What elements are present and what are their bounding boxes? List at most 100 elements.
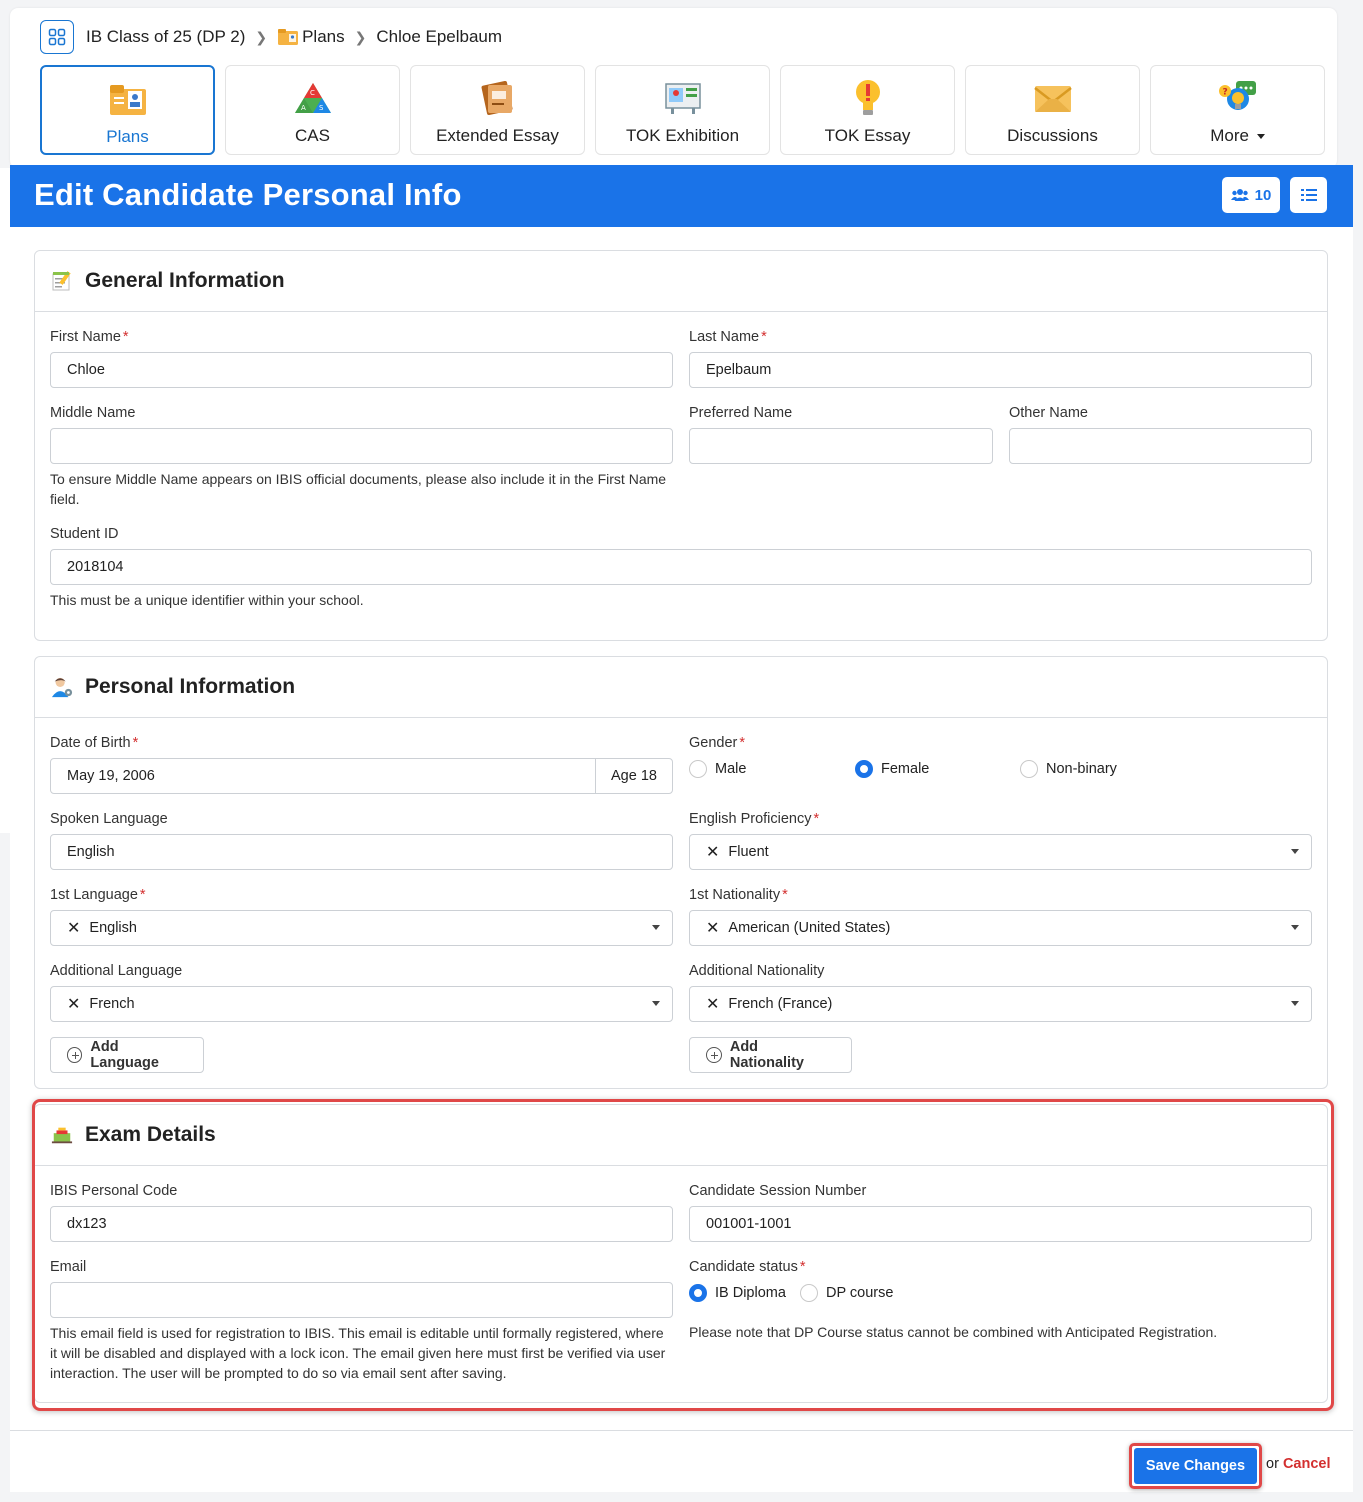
tab-discussions[interactable]: Discussions bbox=[965, 65, 1140, 155]
status-dp-course-radio[interactable]: DP course bbox=[800, 1284, 893, 1302]
select-value: English bbox=[89, 920, 137, 936]
candidate-status-label: Candidate status * bbox=[689, 1259, 806, 1275]
radio-label: Female bbox=[881, 761, 930, 777]
gender-female-radio[interactable]: Female bbox=[855, 760, 929, 778]
svg-text:A: A bbox=[301, 104, 306, 112]
plus-circle-icon bbox=[706, 1047, 722, 1063]
additional-nationality-label: Additional Nationality bbox=[689, 963, 825, 979]
student-id-help: This must be a unique identifier within … bbox=[50, 592, 364, 608]
clear-icon[interactable]: ✕ bbox=[706, 842, 719, 862]
last-name-label: Last Name * bbox=[689, 329, 767, 345]
email-input[interactable] bbox=[50, 1282, 673, 1318]
plans-folder-icon bbox=[109, 85, 146, 115]
members-count-button[interactable]: 10 bbox=[1222, 177, 1280, 213]
more-chat-icon: ? bbox=[1218, 81, 1256, 110]
module-tabs: Plans C A S CAS Extended Essay TOK Exhib… bbox=[40, 65, 1325, 155]
dob-input[interactable]: May 19, 2006 bbox=[50, 758, 596, 794]
chevron-right-icon: ❯ bbox=[354, 28, 367, 45]
tab-extended-essay[interactable]: Extended Essay bbox=[410, 65, 585, 155]
apps-grid-button[interactable] bbox=[40, 20, 74, 54]
footer-divider bbox=[10, 1430, 1353, 1431]
student-id-label: Student ID bbox=[50, 526, 119, 542]
email-label: Email bbox=[50, 1259, 87, 1275]
spoken-language-input[interactable]: English bbox=[50, 834, 673, 870]
first-name-input[interactable]: Chloe bbox=[50, 352, 673, 388]
status-ib-diploma-radio[interactable]: IB Diploma bbox=[689, 1284, 786, 1302]
ibis-code-input[interactable]: dx123 bbox=[50, 1206, 673, 1242]
tab-more[interactable]: ? More bbox=[1150, 65, 1325, 155]
clear-icon[interactable]: ✕ bbox=[706, 918, 719, 938]
dob-label: Date of Birth * bbox=[50, 735, 139, 751]
english-proficiency-select[interactable]: ✕ Fluent bbox=[689, 834, 1312, 870]
caret-down-icon bbox=[652, 1001, 660, 1006]
preferred-name-input[interactable] bbox=[689, 428, 993, 464]
select-value: French bbox=[89, 996, 135, 1012]
add-language-button[interactable]: Add Language bbox=[50, 1037, 204, 1073]
tab-tok-essay[interactable]: TOK Essay bbox=[780, 65, 955, 155]
radio-circle bbox=[1020, 760, 1038, 778]
cancel-link[interactable]: Cancel bbox=[1283, 1456, 1331, 1472]
first-language-select[interactable]: ✕ English bbox=[50, 910, 673, 946]
radio-circle bbox=[689, 760, 707, 778]
caret-down-icon bbox=[1291, 1001, 1299, 1006]
ibis-code-label: IBIS Personal Code bbox=[50, 1183, 178, 1199]
gender-male-radio[interactable]: Male bbox=[689, 760, 746, 778]
first-name-label: First Name * bbox=[50, 329, 129, 345]
apps-grid-icon bbox=[48, 28, 66, 46]
session-number-input[interactable]: 001001-1001 bbox=[689, 1206, 1312, 1242]
first-nationality-select[interactable]: ✕ American (United States) bbox=[689, 910, 1312, 946]
radio-label: DP course bbox=[826, 1285, 894, 1301]
additional-language-select[interactable]: ✕ French bbox=[50, 986, 673, 1022]
tab-more-label: More bbox=[1210, 126, 1265, 146]
chevron-right-icon: ❯ bbox=[255, 28, 268, 45]
list-icon bbox=[1300, 189, 1317, 201]
save-changes-button[interactable]: Save Changes bbox=[1134, 1448, 1257, 1484]
status-help: Please note that DP Course status cannot… bbox=[689, 1324, 1218, 1340]
last-name-input[interactable]: Epelbaum bbox=[689, 352, 1312, 388]
clear-icon[interactable]: ✕ bbox=[67, 994, 80, 1014]
select-value: American (United States) bbox=[728, 920, 891, 936]
or-cancel: or Cancel bbox=[1266, 1456, 1331, 1472]
svg-text:?: ? bbox=[1222, 88, 1227, 98]
gender-nonbinary-radio[interactable]: Non-binary bbox=[1020, 760, 1117, 778]
tab-label: Extended Essay bbox=[436, 126, 559, 145]
email-help: This email field is used for registratio… bbox=[50, 1325, 666, 1381]
radio-label: Male bbox=[715, 761, 747, 777]
button-label: Add Nationality bbox=[729, 1039, 804, 1071]
clear-icon[interactable]: ✕ bbox=[706, 994, 719, 1014]
first-language-label: 1st Language * bbox=[50, 887, 146, 903]
breadcrumb-plans[interactable]: Plans bbox=[277, 27, 345, 47]
list-view-button[interactable] bbox=[1290, 177, 1327, 213]
radio-label: Non-binary bbox=[1046, 761, 1117, 777]
gender-label: Gender * bbox=[689, 735, 746, 751]
caret-down-icon bbox=[652, 925, 660, 930]
tab-plans[interactable]: Plans bbox=[40, 65, 215, 155]
panel-header: General Information bbox=[35, 251, 1327, 312]
select-value: Fluent bbox=[728, 844, 769, 860]
add-nationality-button[interactable]: Add Nationality bbox=[689, 1037, 852, 1073]
clear-icon[interactable]: ✕ bbox=[67, 918, 80, 938]
first-nationality-label: 1st Nationality * bbox=[689, 887, 788, 903]
tab-tok-exhibition[interactable]: TOK Exhibition bbox=[595, 65, 770, 155]
button-label: Add Language bbox=[90, 1039, 159, 1071]
top-navigation-card: IB Class of 25 (DP 2) ❯ Plans ❯ Chloe Ep… bbox=[10, 8, 1337, 168]
page-header: Edit Candidate Personal Info 10 bbox=[10, 165, 1353, 227]
tab-cas[interactable]: C A S CAS bbox=[225, 65, 400, 155]
tab-label: TOK Essay bbox=[824, 126, 911, 145]
other-name-input[interactable] bbox=[1009, 428, 1312, 464]
podium-icon bbox=[51, 1127, 73, 1144]
personal-information-panel: Personal Information bbox=[34, 656, 1328, 1089]
tab-label: Plans bbox=[106, 127, 149, 146]
page-title: Edit Candidate Personal Info bbox=[34, 177, 462, 212]
additional-nationality-select[interactable]: ✕ French (France) bbox=[689, 986, 1312, 1022]
plans-folder-icon bbox=[278, 29, 299, 45]
caret-down-icon bbox=[1291, 849, 1299, 854]
student-id-input[interactable]: 2018104 bbox=[50, 549, 1312, 585]
breadcrumb: IB Class of 25 (DP 2) ❯ Plans ❯ Chloe Ep… bbox=[40, 20, 502, 54]
breadcrumb-class[interactable]: IB Class of 25 (DP 2) bbox=[86, 27, 245, 47]
middle-name-input[interactable] bbox=[50, 428, 673, 464]
breadcrumb-student: Chloe Epelbaum bbox=[376, 27, 503, 46]
tab-label: Discussions bbox=[1007, 126, 1098, 145]
panel-title: General Information bbox=[85, 269, 285, 292]
panel-title: Exam Details bbox=[85, 1123, 216, 1146]
